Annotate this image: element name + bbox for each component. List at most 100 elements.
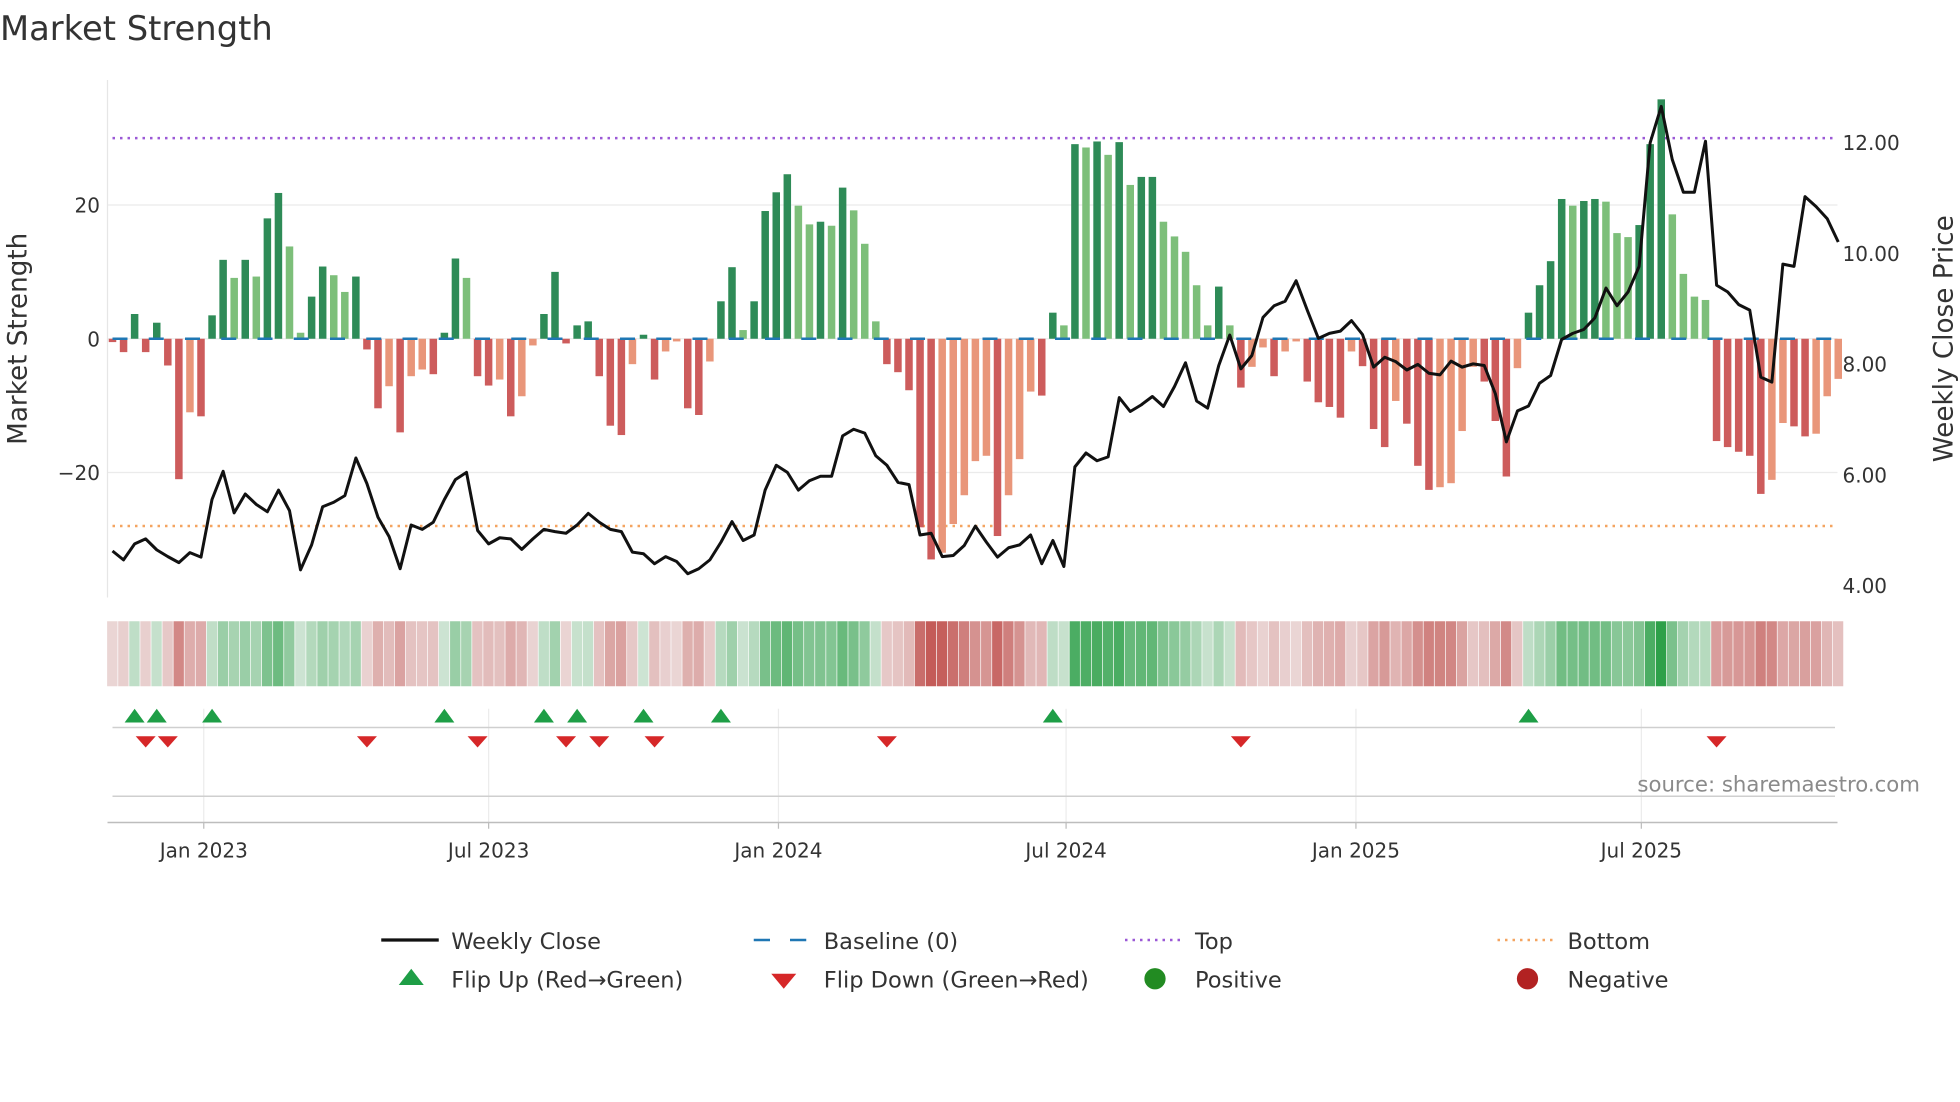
heat-cell (228, 621, 240, 687)
heat-cell (627, 621, 638, 687)
negative-bar (938, 338, 946, 553)
positive-bar (750, 301, 758, 339)
heat-cell (1301, 621, 1313, 687)
x-tick-label: Jan 2025 (1310, 839, 1400, 863)
negative-bar (396, 338, 404, 433)
negative-bar (883, 338, 891, 365)
heat-cell (616, 621, 627, 687)
negative-bar (141, 338, 150, 353)
negative-bar (175, 338, 183, 480)
positive-bar (827, 225, 836, 339)
negative-bar (595, 338, 603, 377)
positive-bar (451, 258, 460, 339)
positive-bar (1093, 141, 1101, 339)
heat-cell (439, 621, 450, 687)
positive-bar (1049, 312, 1057, 339)
heat-cell (737, 621, 749, 687)
heat-cell (162, 621, 173, 687)
negative-bar (1723, 338, 1732, 448)
negative-bar (706, 338, 714, 362)
right-tick-label: 8.00 (1843, 353, 1888, 377)
positive-bar (1613, 233, 1621, 339)
positive-bar (794, 205, 803, 339)
heat-cell (1434, 621, 1445, 687)
negative-bar (1292, 338, 1300, 342)
heat-cell (1312, 621, 1324, 687)
right-tick-label: 4.00 (1843, 574, 1888, 598)
heat-cell (1324, 621, 1335, 687)
heat-cell (704, 621, 715, 687)
heat-cell (671, 621, 682, 687)
heat-cell (1810, 621, 1822, 687)
heat-cell (870, 621, 881, 687)
heat-cell (1478, 621, 1490, 687)
heat-cell (527, 621, 538, 687)
negative-bar (1026, 338, 1035, 392)
legend-label: Bottom (1568, 929, 1651, 955)
heat-cell (339, 621, 350, 687)
positive-bar (208, 315, 216, 339)
negative-bar (1823, 338, 1831, 397)
heat-cell (1113, 621, 1125, 687)
negative-bar (672, 338, 681, 342)
positive-bar (540, 314, 548, 339)
positive-bar (849, 210, 858, 339)
legend-label: Baseline (0) (824, 929, 958, 955)
legend: Weekly Close Baseline (0) Top Bottom Flip Up… (381, 929, 1668, 994)
positive-bar (639, 334, 648, 339)
heat-cell (483, 621, 494, 687)
heat-cell (638, 621, 649, 687)
negative-bar (1392, 338, 1400, 401)
legend-label: Weekly Close (451, 929, 601, 955)
positive-bar (1524, 312, 1533, 339)
heat-cell (118, 621, 129, 687)
heat-cell (571, 621, 583, 687)
heat-cell (250, 621, 262, 687)
negative-bar (650, 338, 659, 380)
heat-cell (1246, 621, 1257, 687)
negative-bar (971, 338, 980, 462)
positive-bar (838, 187, 847, 339)
positive-bar (761, 211, 769, 339)
heat-cell (1489, 621, 1501, 687)
heat-cell (726, 621, 737, 687)
left-tick-label: −20 (58, 461, 100, 485)
heat-cell (1390, 621, 1401, 687)
left-axis-label: Market Strength (3, 233, 33, 445)
heat-cell (1047, 621, 1058, 687)
heat-cell (1191, 621, 1202, 687)
flip-markers-panel (112, 708, 1835, 823)
negative-bar (1436, 338, 1444, 488)
heat-cell (262, 621, 273, 687)
heat-cell (549, 621, 560, 687)
positive-bar (1104, 154, 1112, 339)
heat-cell (981, 621, 992, 687)
heat-cell (461, 621, 472, 687)
right-tick-label: 10.00 (1843, 242, 1900, 266)
flip-up-marker (146, 708, 167, 723)
heat-cell (593, 621, 605, 687)
negative-bar (982, 338, 991, 456)
x-axis: Jan 2023 Jul 2023 Jan 2024 Jul 2024 Jan 2025… (107, 821, 1838, 863)
legend-label: Top (1194, 929, 1233, 955)
positive-bar (274, 192, 283, 339)
heat-cell (1124, 621, 1136, 687)
negative-bar (1779, 338, 1787, 424)
positive-bar (584, 321, 592, 339)
heat-cell (450, 621, 461, 687)
heat-cell (1180, 621, 1191, 687)
heat-cell (660, 621, 671, 687)
negative-bar (916, 338, 924, 528)
flip-up-marker (710, 708, 731, 723)
positive-bar (1181, 251, 1190, 339)
heat-cell (826, 621, 837, 687)
negative-bar (1004, 338, 1013, 496)
negative-bar (164, 338, 172, 366)
positive-bar (1668, 214, 1677, 339)
heat-cell (1401, 621, 1412, 687)
legend-flip-up-icon (398, 968, 424, 985)
negative-bar (529, 338, 537, 346)
heat-cell (306, 621, 317, 687)
heat-cell (383, 621, 395, 687)
heat-cell (1777, 621, 1788, 687)
